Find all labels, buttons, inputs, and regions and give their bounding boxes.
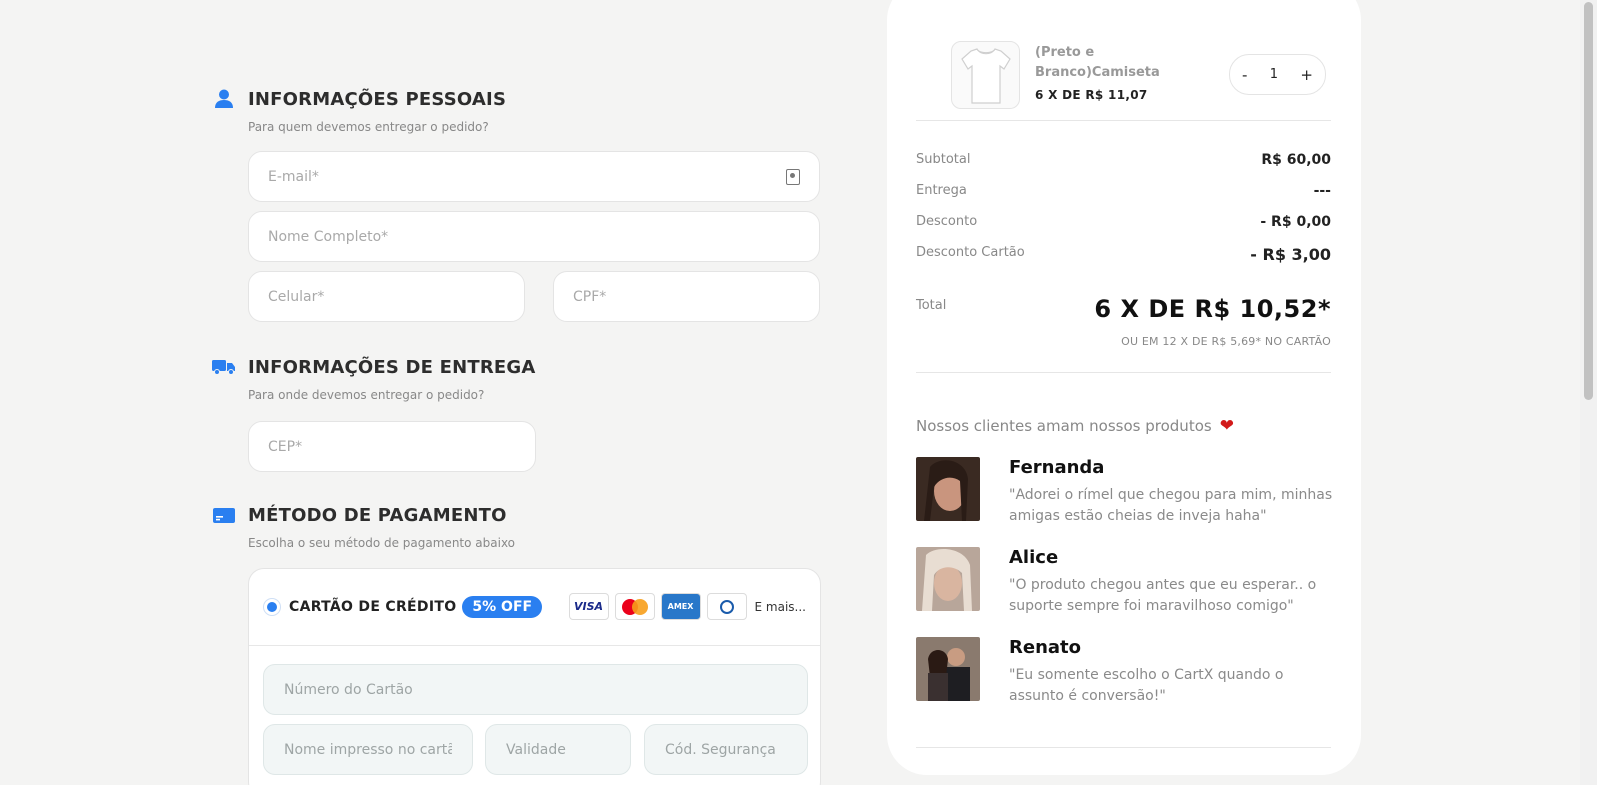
- personal-info-title: INFORMAÇÕES PESSOAIS: [248, 89, 507, 110]
- personal-info-subtitle: Para quem devemos entregar o pedido?: [248, 120, 489, 134]
- email-field[interactable]: [248, 151, 820, 202]
- credit-card-icon: [212, 503, 236, 527]
- card-number-input[interactable]: [284, 681, 787, 698]
- subtotal-value: R$ 60,00: [1261, 152, 1331, 168]
- divider: [916, 747, 1331, 748]
- scrollbar-thumb[interactable]: [1584, 2, 1593, 400]
- heart-icon: ❤: [1219, 416, 1234, 436]
- cpf-input[interactable]: [573, 288, 800, 305]
- payment-header: MÉTODO DE PAGAMENTO: [212, 503, 507, 527]
- testimonial-name: Renato: [1009, 637, 1081, 658]
- personal-info-header: INFORMAÇÕES PESSOAIS: [212, 87, 506, 111]
- testimonials-heading-text: Nossos clientes amam nossos produtos: [916, 417, 1212, 435]
- credit-card-option[interactable]: CARTÃO DE CRÉDITO 5% OFF VISA AMEX E mai…: [249, 569, 820, 646]
- divider: [916, 372, 1331, 373]
- user-icon: [212, 87, 236, 111]
- expiry-field[interactable]: [485, 724, 631, 775]
- expiry-input[interactable]: [506, 741, 610, 758]
- testimonial-name: Alice: [1009, 547, 1059, 568]
- avatar: [916, 457, 980, 521]
- divider: [916, 120, 1331, 121]
- product-image: [951, 41, 1020, 109]
- payment-title: MÉTODO DE PAGAMENTO: [248, 505, 507, 526]
- installments-text: OU EM 12 X DE R$ 5,69* NO CARTÃO: [1121, 335, 1331, 348]
- card-discount-label: Desconto Cartão: [916, 245, 1025, 260]
- quantity-value: 1: [1269, 67, 1279, 82]
- delivery-info-header: INFORMAÇÕES DE ENTREGA: [212, 355, 536, 379]
- increase-quantity-button[interactable]: +: [1300, 66, 1313, 84]
- phone-field[interactable]: [248, 271, 525, 322]
- contact-card-icon: [786, 168, 800, 185]
- card-discount-value: - R$ 3,00: [1250, 245, 1331, 264]
- testimonial-name: Fernanda: [1009, 457, 1105, 478]
- card-name-input[interactable]: [284, 741, 452, 758]
- avatar: [916, 637, 980, 701]
- discount-badge: 5% OFF: [462, 596, 543, 618]
- full-name-field[interactable]: [248, 211, 820, 262]
- cpf-field[interactable]: [553, 271, 820, 322]
- email-input[interactable]: [268, 168, 786, 185]
- avatar: [916, 547, 980, 611]
- phone-input[interactable]: [268, 288, 505, 305]
- credit-card-panel: CARTÃO DE CRÉDITO 5% OFF VISA AMEX E mai…: [248, 568, 821, 785]
- cep-input[interactable]: [268, 438, 516, 455]
- testimonial-text: "O produto chegou antes que eu esperar..…: [1009, 577, 1317, 614]
- diners-icon: [706, 593, 747, 620]
- product-name[interactable]: (Preto e Branco)Camiseta: [1035, 43, 1175, 83]
- discount-label: Desconto: [916, 214, 978, 229]
- card-number-field[interactable]: [263, 664, 808, 715]
- cvv-input[interactable]: [665, 741, 787, 758]
- cvv-field[interactable]: [644, 724, 808, 775]
- cep-field[interactable]: [248, 421, 536, 472]
- product-price: 6 X DE R$ 11,07: [1035, 88, 1148, 102]
- credit-card-label: CARTÃO DE CRÉDITO: [289, 599, 457, 615]
- total-label: Total: [916, 298, 947, 313]
- testimonial-text: "Adorei o rímel que chegou para mim, min…: [1009, 487, 1333, 524]
- credit-card-radio[interactable]: [263, 598, 281, 616]
- discount-value: - R$ 0,00: [1260, 214, 1331, 230]
- quantity-stepper: - 1 +: [1229, 54, 1326, 95]
- tshirt-icon: [960, 48, 1011, 104]
- more-brands-label: E mais...: [754, 599, 806, 614]
- testimonials-heading: Nossos clientes amam nossos produtos ❤: [916, 416, 1234, 436]
- shipping-label: Entrega: [916, 183, 967, 198]
- amex-icon: AMEX: [660, 593, 701, 620]
- testimonial-text: "Eu somente escolho o CartX quando o ass…: [1009, 667, 1284, 704]
- delivery-info-title: INFORMAÇÕES DE ENTREGA: [248, 357, 536, 378]
- visa-icon: VISA: [568, 593, 609, 620]
- decrease-quantity-button[interactable]: -: [1242, 66, 1247, 84]
- full-name-input[interactable]: [268, 228, 800, 245]
- mastercard-icon: [614, 593, 655, 620]
- truck-icon: [212, 355, 236, 379]
- card-name-field[interactable]: [263, 724, 473, 775]
- payment-subtitle: Escolha o seu método de pagamento abaixo: [248, 536, 516, 550]
- shipping-value: ---: [1313, 183, 1331, 199]
- delivery-info-subtitle: Para onde devemos entregar o pedido?: [248, 388, 485, 402]
- subtotal-label: Subtotal: [916, 152, 971, 167]
- total-value: 6 X DE R$ 10,52*: [1094, 295, 1331, 323]
- card-brands: VISA AMEX E mais...: [568, 593, 806, 620]
- page-scrollbar[interactable]: [1580, 0, 1597, 785]
